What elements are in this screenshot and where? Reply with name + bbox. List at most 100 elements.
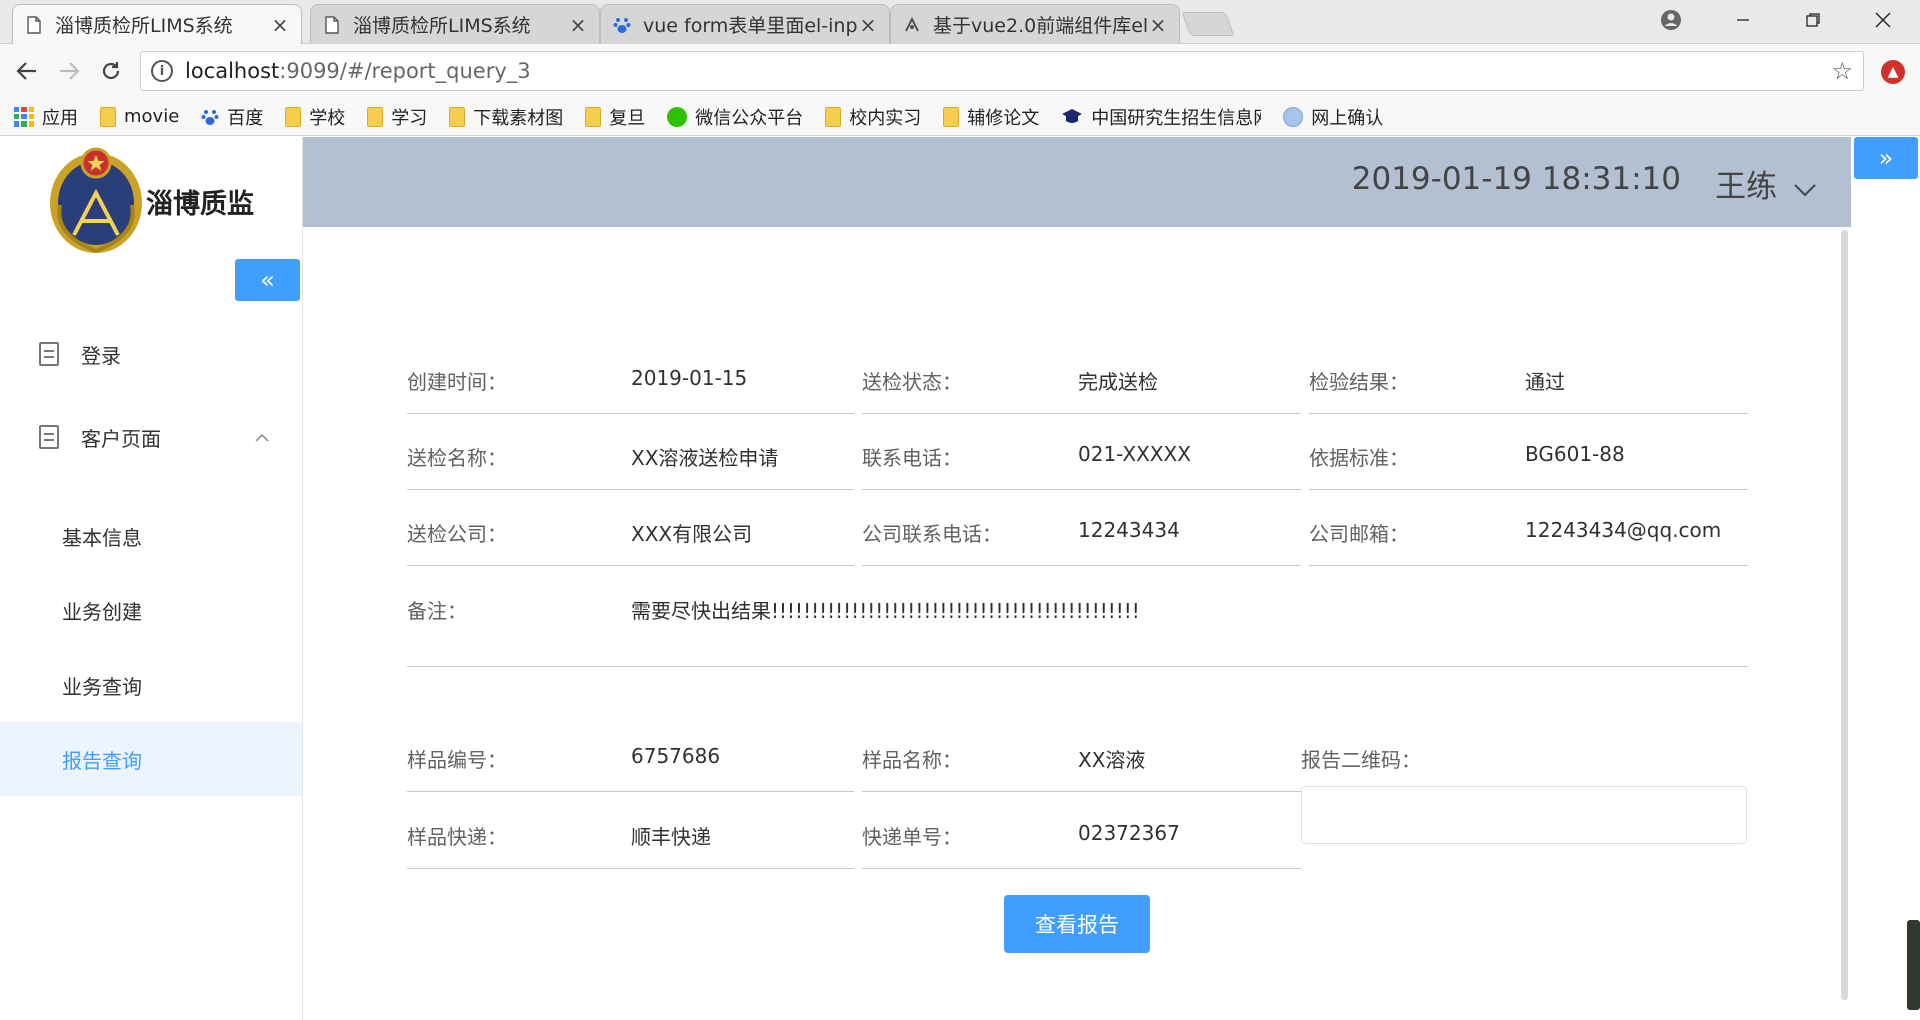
sidebar-item-business-create[interactable]: 业务创建 xyxy=(0,573,302,647)
bookmark-study[interactable]: 学习 xyxy=(367,104,427,130)
url-text: localhost:9099/#/report_query_3 xyxy=(185,59,531,83)
baidu-paw-icon xyxy=(201,108,219,126)
close-icon[interactable]: × xyxy=(857,13,879,37)
field-company-email: 公司邮箱： 12243434@qq.com xyxy=(1309,510,1748,566)
tab-title: 淄博质检所LIMS系统 xyxy=(55,15,233,37)
field-standard: 依据标准： BG601-88 xyxy=(1309,434,1748,490)
bookmark-internship[interactable]: 校内实习 xyxy=(825,104,921,130)
menu-item-label: 登录 xyxy=(81,343,121,368)
field-phone: 联系电话： 021-XXXXX xyxy=(862,434,1301,490)
bookmark-download-assets[interactable]: 下载素材图 xyxy=(449,104,563,130)
menu-item-login[interactable]: 登录 xyxy=(0,317,302,391)
tab-title: vue form表单里面el-inp xyxy=(643,15,857,37)
browser-tab-2[interactable]: 淄博质检所LIMS系统 × xyxy=(310,4,600,44)
close-icon[interactable]: × xyxy=(567,13,589,37)
tab-title: 淄博质检所LIMS系统 xyxy=(353,15,531,37)
double-chevron-right-icon: » xyxy=(1878,144,1894,172)
profile-icon[interactable] xyxy=(1642,0,1700,40)
bookmarks-bar: 应用 movie 百度 学校 学习 下载素材图 复旦 微信公众平台 校内实习 辅… xyxy=(0,98,1920,136)
document-icon xyxy=(39,425,59,449)
volume-meter-icon xyxy=(1907,920,1920,1010)
view-report-button[interactable]: 查看报告 xyxy=(1004,895,1150,953)
field-tracking-no: 快递单号： 02372367 xyxy=(862,813,1301,869)
restore-icon[interactable] xyxy=(1784,0,1842,40)
bookmark-fudan[interactable]: 复旦 xyxy=(585,104,645,130)
bookmark-school[interactable]: 学校 xyxy=(285,104,345,130)
datetime-display: 2019-01-19 18:31:10 xyxy=(1351,161,1681,197)
folder-icon xyxy=(943,106,960,127)
chevron-up-icon xyxy=(254,428,270,447)
close-icon[interactable]: × xyxy=(269,13,291,37)
folder-icon xyxy=(449,106,466,127)
minimize-icon[interactable] xyxy=(1714,0,1772,40)
field-remark: 备注： 需要尽快出结果!!!!!!!!!!!!!!!!!!!!!!!!!!!!!… xyxy=(407,587,1748,667)
document-icon xyxy=(39,342,59,366)
sidebar-item-business-query[interactable]: 业务查询 xyxy=(0,648,302,722)
browser-tab-4[interactable]: 基于vue2.0前端组件库el × xyxy=(890,4,1180,44)
browser-toolbar: i localhost:9099/#/report_query_3 ☆ ▲ xyxy=(0,44,1920,98)
field-sample-no: 样品编号： 6757686 xyxy=(407,736,854,792)
info-icon[interactable]: i xyxy=(151,60,173,82)
back-arrow-icon[interactable] xyxy=(10,54,44,88)
bookmark-yanzhao[interactable]: 中国研究生招生信息网 xyxy=(1061,104,1261,130)
sidebar-item-report-query[interactable]: 报告查询 xyxy=(0,722,302,796)
sidebar: 淄博质监 « 登录 客户页面 基本信息 业务创建 业务查询 报告查询 xyxy=(0,137,303,1020)
field-company-phone: 公司联系电话： 12243434 xyxy=(862,510,1301,566)
folder-icon xyxy=(367,106,384,127)
browser-tabbar: 淄博质检所LIMS系统 × 淄博质检所LIMS系统 × vue form表单里面… xyxy=(0,0,1920,44)
new-tab-button[interactable] xyxy=(1181,12,1235,36)
emblem-icon xyxy=(50,147,142,254)
close-icon[interactable]: × xyxy=(1147,13,1169,37)
globe-icon xyxy=(1283,106,1304,127)
logo-text: 淄博质监 xyxy=(146,188,254,220)
apps-grid-icon xyxy=(14,106,34,127)
top-header: 2019-01-19 18:31:10 王练 xyxy=(303,137,1851,227)
bookmark-online-confirm[interactable]: 网上确认 xyxy=(1283,104,1383,130)
user-name: 王练 xyxy=(1715,169,1778,205)
menu-item-label: 客户页面 xyxy=(81,426,161,451)
page-icon xyxy=(323,14,341,36)
field-created-time: 创建时间： 2019-01-15 xyxy=(407,358,854,414)
reload-icon[interactable] xyxy=(94,54,128,88)
field-sample-name: 样品名称： XX溶液 xyxy=(862,736,1301,792)
field-result: 检验结果： 通过 xyxy=(1309,358,1748,414)
browser-tab-1[interactable]: 淄博质检所LIMS系统 × xyxy=(12,4,302,44)
field-inspection-name: 送检名称： XX溶液送检申请 xyxy=(407,434,854,490)
graduation-cap-icon xyxy=(1061,107,1083,127)
double-chevron-left-icon: « xyxy=(260,266,275,294)
bookmark-minor-thesis[interactable]: 辅修论文 xyxy=(943,104,1039,130)
extension-icon[interactable]: ▲ xyxy=(1881,60,1905,84)
bookmark-movie[interactable]: movie xyxy=(100,106,179,127)
app-root: 淄博质监 « 登录 客户页面 基本信息 业务创建 业务查询 报告查询 2019-… xyxy=(0,137,1920,1020)
baidu-paw-icon xyxy=(613,14,631,36)
bookmark-baidu[interactable]: 百度 xyxy=(201,104,263,130)
page-icon xyxy=(25,14,43,36)
sidebar-item-basic-info[interactable]: 基本信息 xyxy=(0,499,302,573)
folder-icon xyxy=(825,106,842,127)
field-courier: 样品快递： 顺丰快递 xyxy=(407,813,854,869)
field-company: 送检公司： XXX有限公司 xyxy=(407,510,854,566)
bookmark-apps[interactable]: 应用 xyxy=(14,104,78,130)
bookmark-wechat[interactable]: 微信公众平台 xyxy=(667,104,803,130)
logo: 淄博质监 xyxy=(46,145,254,257)
folder-icon xyxy=(100,106,116,127)
menu-item-customer-page[interactable]: 客户页面 xyxy=(0,400,302,474)
tab-title: 基于vue2.0前端组件库el xyxy=(933,15,1147,37)
address-bar[interactable]: i localhost:9099/#/report_query_3 ☆ xyxy=(140,51,1864,91)
csdn-icon xyxy=(903,14,921,36)
field-status: 送检状态： 完成送检 xyxy=(862,358,1301,414)
browser-tab-3[interactable]: vue form表单里面el-inp × xyxy=(600,4,890,44)
qr-code-box xyxy=(1301,786,1747,844)
collapse-sidebar-button[interactable]: « xyxy=(235,259,300,301)
bookmark-star-icon[interactable]: ☆ xyxy=(1831,57,1853,85)
forward-arrow-icon[interactable] xyxy=(52,54,86,88)
qr-code-label: 报告二维码： xyxy=(1301,748,1421,772)
scrollbar[interactable] xyxy=(1841,230,1848,1000)
chevron-down-icon xyxy=(1794,184,1816,197)
folder-icon xyxy=(285,106,302,127)
close-window-icon[interactable] xyxy=(1854,0,1912,40)
wechat-icon xyxy=(667,106,688,127)
expand-panel-button[interactable]: » xyxy=(1854,137,1918,179)
user-dropdown[interactable]: 王练 xyxy=(1715,161,1817,206)
folder-icon xyxy=(585,106,602,127)
